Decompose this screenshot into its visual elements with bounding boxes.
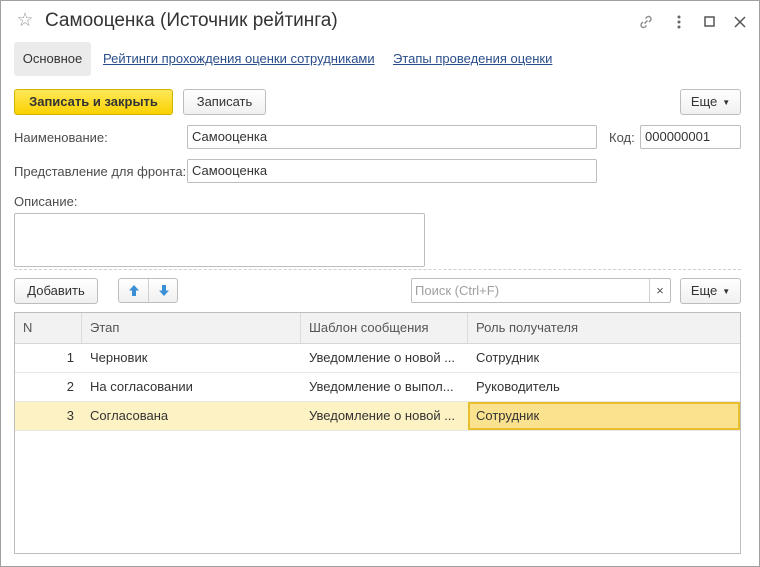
table-row[interactable]: 1 Черновик Уведомление о новой ... Сотру… xyxy=(15,344,740,373)
search-input[interactable] xyxy=(412,279,649,302)
table-header: N Этап Шаблон сообщения Роль получателя xyxy=(15,313,740,344)
caret-down-icon: ▼ xyxy=(722,98,731,107)
table-row-selected[interactable]: 3 Согласована Уведомление о новой ... Со… xyxy=(15,402,740,431)
tab-ratings[interactable]: Рейтинги прохождения оценки сотрудниками xyxy=(103,42,375,76)
title-bar: ☆ Самооценка (Источник рейтинга) xyxy=(1,1,759,41)
front-representation-label: Представление для фронта: xyxy=(14,164,187,179)
code-field[interactable]: 000000001 xyxy=(640,125,741,149)
description-field[interactable] xyxy=(14,213,425,267)
cell-role: Сотрудник xyxy=(476,350,540,365)
save-button[interactable]: Записать xyxy=(183,89,266,115)
table-row[interactable]: 2 На согласовании Уведомление о выпол...… xyxy=(15,373,740,402)
cell-role: Руководитель xyxy=(476,379,560,394)
cell-n: 3 xyxy=(66,408,74,423)
column-header-n[interactable]: N xyxy=(15,313,82,343)
save-and-close-button[interactable]: Записать и закрыть xyxy=(14,89,173,115)
form-window: ☆ Самооценка (Источник рейтинга) Основно… xyxy=(0,0,760,567)
cell-role-focused[interactable]: Сотрудник xyxy=(468,402,740,430)
caret-down-icon: ▼ xyxy=(722,287,731,296)
add-button[interactable]: Добавить xyxy=(14,278,98,304)
close-icon[interactable] xyxy=(729,11,751,33)
cell-stage: Черновик xyxy=(90,350,148,365)
link-icon[interactable] xyxy=(635,11,657,33)
arrow-up-icon[interactable] xyxy=(119,279,148,302)
column-header-stage[interactable]: Этап xyxy=(82,313,301,343)
cell-stage: На согласовании xyxy=(90,379,193,394)
window-title: Самооценка (Источник рейтинга) xyxy=(45,10,338,31)
cell-n: 1 xyxy=(66,350,74,365)
name-label: Наименование: xyxy=(14,130,108,145)
more-actions-label: Еще xyxy=(690,94,718,109)
cell-template: Уведомление о новой ... xyxy=(309,350,456,365)
tab-main[interactable]: Основное xyxy=(14,42,91,76)
cell-template: Уведомление о выпол... xyxy=(309,379,454,394)
name-field[interactable]: Самооценка xyxy=(187,125,597,149)
search-box: × xyxy=(411,278,671,303)
star-icon[interactable]: ☆ xyxy=(15,11,35,31)
clear-search-icon[interactable]: × xyxy=(649,279,670,302)
cell-template: Уведомление о новой ... xyxy=(309,408,456,423)
more-actions-button[interactable]: Еще ▼ xyxy=(680,89,741,115)
code-label: Код: xyxy=(609,130,635,145)
column-header-template[interactable]: Шаблон сообщения xyxy=(301,313,468,343)
table-more-label: Еще xyxy=(690,283,718,298)
description-label: Описание: xyxy=(14,194,78,209)
divider xyxy=(14,269,741,270)
arrow-down-icon[interactable] xyxy=(149,279,178,302)
maximize-icon[interactable] xyxy=(698,11,720,33)
cell-n: 2 xyxy=(66,379,74,394)
cell-stage: Согласована xyxy=(90,408,169,423)
more-vertical-icon[interactable] xyxy=(668,11,690,33)
table-more-button[interactable]: Еще ▼ xyxy=(680,278,741,304)
column-header-role[interactable]: Роль получателя xyxy=(468,313,740,343)
tab-stages[interactable]: Этапы проведения оценки xyxy=(393,42,552,76)
stages-table: N Этап Шаблон сообщения Роль получателя … xyxy=(14,312,741,554)
front-representation-field[interactable]: Самооценка xyxy=(187,159,597,183)
move-buttons xyxy=(118,278,178,303)
